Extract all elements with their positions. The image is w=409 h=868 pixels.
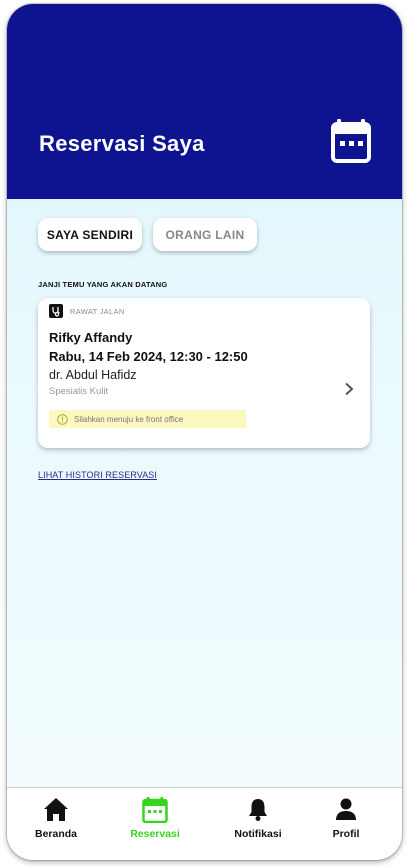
- tab-saya-sendiri[interactable]: SAYA SENDIRI: [38, 218, 142, 251]
- appointment-datetime: Rabu, 14 Feb 2024, 12:30 - 12:50: [49, 349, 248, 364]
- nav-label-reservasi: Reservasi: [130, 828, 180, 840]
- chevron-right-icon[interactable]: [343, 382, 355, 396]
- home-icon: [44, 798, 68, 821]
- nav-item-beranda[interactable]: Beranda: [7, 788, 105, 860]
- nav-item-profil[interactable]: Profil: [297, 788, 395, 860]
- patient-name: Rifky Affandy: [49, 330, 133, 345]
- nav-item-reservasi[interactable]: Reservasi: [106, 788, 204, 860]
- info-icon: [57, 413, 68, 425]
- history-link[interactable]: LIHAT HISTORI RESERVASI: [38, 470, 157, 480]
- page-title: Reservasi Saya: [39, 131, 205, 156]
- nav-label-notifikasi: Notifikasi: [234, 828, 282, 840]
- stethoscope-icon: [49, 304, 63, 318]
- user-icon: [336, 798, 356, 820]
- section-label: JANJI TEMU YANG AKAN DATANG: [38, 280, 168, 289]
- tab-orang-lain[interactable]: ORANG LAIN: [153, 218, 257, 251]
- notice-banner: Silahkan menuju ke front office: [49, 410, 246, 428]
- app-screen: Reservasi Saya SAYA SENDIRI ORANG LAIN J…: [7, 4, 402, 860]
- doctor-specialty: Spesialis Kulit: [49, 386, 109, 397]
- header: Reservasi Saya: [7, 4, 402, 199]
- appointment-card[interactable]: RAWAT JALAN Rifky Affandy Rabu, 14 Feb 2…: [38, 298, 370, 448]
- appointment-type: RAWAT JALAN: [70, 307, 125, 316]
- bell-icon: [249, 799, 267, 821]
- doctor-name: dr. Abdul Hafidz: [49, 368, 137, 382]
- bottom-nav: Beranda Reservasi Notifikasi Profil: [7, 787, 402, 860]
- nav-label-beranda: Beranda: [34, 828, 77, 840]
- nav-item-notifikasi[interactable]: Notifikasi: [209, 788, 307, 860]
- nav-label-profil: Profil: [332, 828, 360, 840]
- calendar-icon[interactable]: [331, 119, 371, 163]
- calendar-icon: [142, 797, 168, 823]
- notice-text: Silahkan menuju ke front office: [74, 414, 184, 424]
